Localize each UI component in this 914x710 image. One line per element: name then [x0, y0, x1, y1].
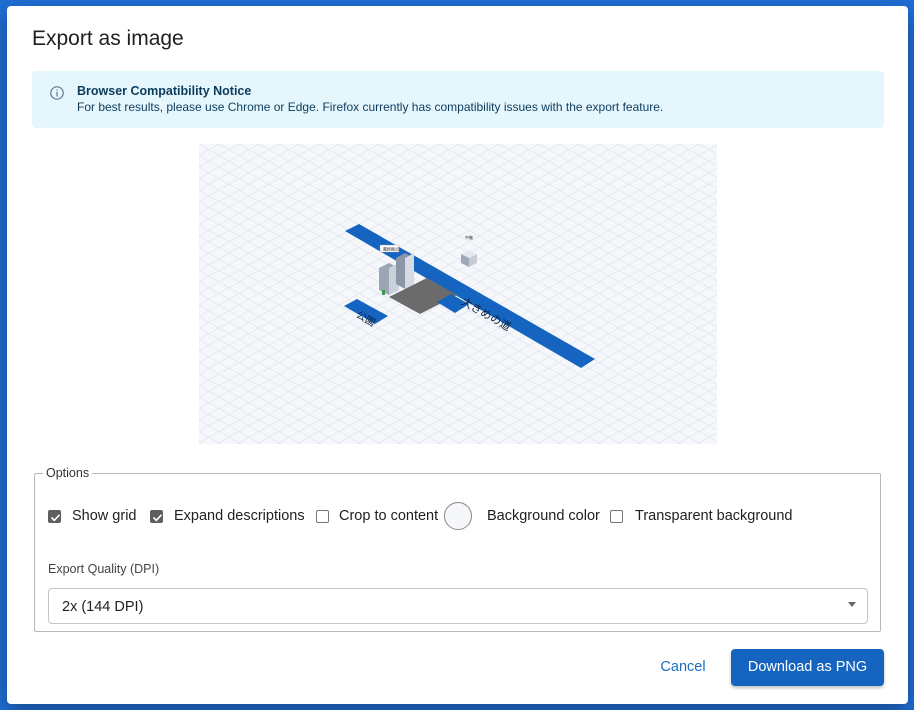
crop-to-content-checkbox[interactable] [316, 510, 329, 523]
notice-body: For best results, please use Chrome or E… [77, 100, 664, 114]
chevron-down-icon [848, 602, 856, 607]
crop-to-content-label[interactable]: Crop to content [339, 508, 438, 524]
preview-canvas: 公園 大きめの道 最終拠点 中継 [199, 144, 717, 444]
options-legend: Options [46, 466, 90, 480]
options-row: Show grid Expand descriptions Crop to co… [48, 502, 878, 532]
show-grid-checkbox[interactable] [48, 510, 61, 523]
download-png-button[interactable]: Download as PNG [731, 649, 884, 686]
expand-descriptions-checkbox[interactable] [150, 510, 163, 523]
transparent-background-label[interactable]: Transparent background [635, 508, 792, 524]
show-grid-label[interactable]: Show grid [72, 508, 136, 524]
cancel-button[interactable]: Cancel [647, 649, 719, 685]
expand-descriptions-label[interactable]: Expand descriptions [174, 508, 305, 524]
cube-tag: 中継 [465, 234, 473, 240]
notice-title: Browser Compatibility Notice [77, 84, 252, 98]
background-color-swatch[interactable] [444, 502, 472, 530]
compatibility-notice: Browser Compatibility Notice For best re… [32, 71, 884, 128]
info-icon [50, 86, 64, 100]
export-preview: 公園 大きめの道 最終拠点 中継 [199, 144, 717, 444]
building-tag: 最終拠点 [383, 246, 399, 252]
dpi-label: Export Quality (DPI) [48, 562, 160, 576]
background-color-label: Background color [487, 508, 600, 524]
export-dialog: Export as image Browser Compatibility No… [7, 6, 908, 704]
dpi-select-value: 2x (144 DPI) [62, 599, 144, 615]
options-group: Options Show grid Expand descriptions Cr… [34, 466, 881, 632]
transparent-background-checkbox[interactable] [610, 510, 623, 523]
dialog-title: Export as image [32, 27, 184, 50]
dpi-select[interactable]: 2x (144 DPI) [48, 588, 868, 624]
